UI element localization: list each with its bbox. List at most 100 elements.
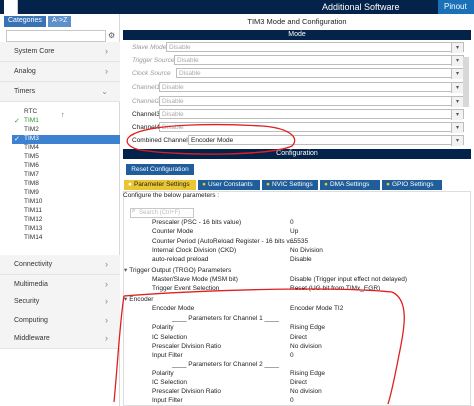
param-ch1-prescaler-value[interactable]: No division bbox=[290, 343, 322, 352]
peripheral-tim11[interactable]: TIM11 bbox=[12, 207, 120, 216]
peripheral-tim3[interactable]: ✓ TIM3 bbox=[12, 135, 120, 144]
peripheral-label: TIM4 bbox=[24, 144, 39, 151]
param-ch1-filter-value[interactable]: 0 bbox=[290, 352, 294, 361]
tab-parameter-settings[interactable]: ● Parameter Settings bbox=[124, 180, 196, 190]
gear-icon[interactable]: ⚙ bbox=[108, 31, 115, 40]
select-value: Disable bbox=[162, 84, 184, 91]
section-trgo[interactable]: ▾ Trigger Output (TRGO) Parameters bbox=[124, 266, 231, 274]
peripheral-label: TIM1 bbox=[24, 117, 39, 124]
peripheral-tim14[interactable]: TIM14 bbox=[12, 234, 120, 243]
channel3-select[interactable]: Disable ▾ bbox=[159, 109, 464, 120]
mode-label: Channel1 bbox=[132, 84, 160, 91]
pinout-tab[interactable]: Pinout bbox=[438, 0, 474, 14]
category-security[interactable]: Security › bbox=[0, 292, 120, 312]
channel1-select[interactable]: Disable ▾ bbox=[159, 82, 464, 93]
reset-configuration-button[interactable]: Reset Configuration bbox=[126, 164, 194, 175]
tab-gpio-settings[interactable]: ● GPIO Settings bbox=[382, 180, 442, 190]
param-ckd-name: Internal Clock Division (CKD) bbox=[152, 247, 237, 254]
category-connectivity[interactable]: Connectivity › bbox=[0, 255, 120, 275]
param-counter-mode-value[interactable]: Up bbox=[290, 228, 298, 237]
param-ch2-ic-selection-name: IC Selection bbox=[152, 379, 188, 386]
tab-a-to-z[interactable]: A->Z bbox=[48, 16, 72, 27]
peripheral-tim1[interactable]: ✓ TIM1 bbox=[12, 117, 120, 126]
status-dot-icon: ● bbox=[386, 181, 390, 188]
mode-label: Slave Mode bbox=[132, 44, 167, 51]
channel2-select[interactable]: Disable ▾ bbox=[159, 96, 464, 107]
page-title: TIM3 Mode and Configuration bbox=[247, 17, 347, 26]
param-ch1-ic-selection-name: IC Selection bbox=[152, 334, 188, 341]
chevron-right-icon: › bbox=[105, 259, 108, 269]
category-timers[interactable]: Timers ⌄ bbox=[0, 82, 120, 102]
param-counter-period-value[interactable]: 65535 bbox=[290, 238, 308, 247]
chevron-right-icon: › bbox=[105, 315, 108, 325]
param-trigger-event-value[interactable]: Reset (UG bit from TIMx_EGR) bbox=[290, 285, 380, 294]
parameter-search-input[interactable]: Search (Ctrl+F) bbox=[130, 208, 194, 218]
peripheral-tim6[interactable]: TIM6 bbox=[12, 162, 120, 171]
peripheral-label: TIM9 bbox=[24, 189, 39, 196]
param-autoreload-value[interactable]: Disable bbox=[290, 256, 312, 265]
param-counter-mode-name: Counter Mode bbox=[152, 228, 194, 235]
peripheral-tim4[interactable]: TIM4 bbox=[12, 144, 120, 153]
peripheral-tim13[interactable]: TIM13 bbox=[12, 225, 120, 234]
peripheral-tim10[interactable]: TIM10 bbox=[12, 198, 120, 207]
select-value: Disable bbox=[169, 44, 191, 51]
check-icon: ✓ bbox=[14, 136, 20, 143]
category-middleware[interactable]: Middleware › bbox=[0, 329, 120, 349]
mode-scrollbar[interactable] bbox=[463, 57, 469, 107]
select-value: Disable bbox=[162, 98, 184, 105]
peripheral-label: TIM14 bbox=[24, 234, 43, 241]
chevron-down-icon: ▾ bbox=[451, 136, 463, 146]
peripheral-tim2[interactable]: TIM2 bbox=[12, 126, 120, 135]
search-input[interactable] bbox=[6, 30, 106, 42]
additional-software-tab[interactable]: Additional Software bbox=[322, 2, 400, 12]
channel4-select[interactable]: Disable ▾ bbox=[159, 122, 464, 133]
clock-source-select[interactable]: Disable ▾ bbox=[176, 68, 464, 79]
peripheral-tim7[interactable]: TIM7 bbox=[12, 171, 120, 180]
peripheral-rtc[interactable]: RTC bbox=[12, 108, 120, 117]
chevron-down-icon: ▾ bbox=[451, 43, 463, 53]
trigger-source-select[interactable]: Disable ▾ bbox=[174, 55, 464, 66]
param-ckd-value[interactable]: No Division bbox=[290, 247, 323, 256]
param-ch1-polarity-value[interactable]: Rising Edge bbox=[290, 324, 325, 333]
peripheral-label: TIM12 bbox=[24, 216, 43, 223]
category-label: Multimedia bbox=[14, 281, 48, 288]
param-ch2-ic-selection-value[interactable]: Direct bbox=[290, 379, 307, 388]
peripheral-tim5[interactable]: TIM5 bbox=[12, 153, 120, 162]
peripheral-label: TIM3 bbox=[24, 135, 39, 142]
tab-categories[interactable]: Categories bbox=[4, 16, 46, 27]
chevron-down-icon: ▾ bbox=[451, 123, 463, 133]
select-value: Encoder Mode bbox=[191, 137, 234, 144]
peripheral-tim12[interactable]: TIM12 bbox=[12, 216, 120, 225]
category-system-core[interactable]: System Core › bbox=[0, 42, 120, 62]
param-ch1-polarity-name: Polarity bbox=[152, 324, 174, 331]
param-msm-value[interactable]: Disable (Trigger input effect not delaye… bbox=[290, 276, 407, 285]
mode-row-clock-source: Clock Source Disable ▾ bbox=[132, 68, 466, 79]
param-encoder-mode-value[interactable]: Encoder Mode TI2 bbox=[290, 305, 343, 314]
mode-label: Combined Channels bbox=[132, 137, 191, 144]
combined-channels-select[interactable]: Encoder Mode ▾ bbox=[188, 135, 464, 146]
category-computing[interactable]: Computing › bbox=[0, 311, 120, 331]
chevron-down-icon: ▾ bbox=[451, 83, 463, 93]
param-ch2-filter-value[interactable]: 0 bbox=[290, 397, 294, 406]
slave-mode-select[interactable]: Disable ▾ bbox=[166, 42, 464, 53]
category-label: System Core bbox=[14, 48, 55, 55]
peripheral-tim9[interactable]: TIM9 bbox=[12, 189, 120, 198]
param-ch2-prescaler-value[interactable]: No division bbox=[290, 388, 322, 397]
section-encoder[interactable]: ▾ Encoder bbox=[124, 295, 153, 303]
param-ch1-ic-selection-value[interactable]: Direct bbox=[290, 334, 307, 343]
chevron-right-icon: › bbox=[105, 296, 108, 306]
param-ch1-group-header: ____ Parameters for Channel 1 ____ bbox=[172, 315, 279, 322]
param-prescaler-value[interactable]: 0 bbox=[290, 219, 294, 228]
category-analog[interactable]: Analog › bbox=[0, 62, 120, 82]
window-tab[interactable] bbox=[4, 0, 18, 14]
param-ch2-polarity-value[interactable]: Rising Edge bbox=[290, 370, 325, 379]
chevron-down-icon: ▾ bbox=[451, 69, 463, 79]
peripheral-tim8[interactable]: TIM8 bbox=[12, 180, 120, 189]
tab-label: DMA Settings bbox=[329, 181, 370, 188]
configure-instruction: Configure the below parameters : bbox=[123, 192, 220, 199]
tab-dma-settings[interactable]: ● DMA Settings bbox=[320, 180, 380, 190]
tab-user-constants[interactable]: ● User Constants bbox=[198, 180, 260, 190]
category-label: Connectivity bbox=[14, 261, 53, 268]
mode-row-combined-channels: Combined Channels Encoder Mode ▾ bbox=[132, 135, 466, 146]
tab-nvic-settings[interactable]: ● NVIC Settings bbox=[262, 180, 318, 190]
